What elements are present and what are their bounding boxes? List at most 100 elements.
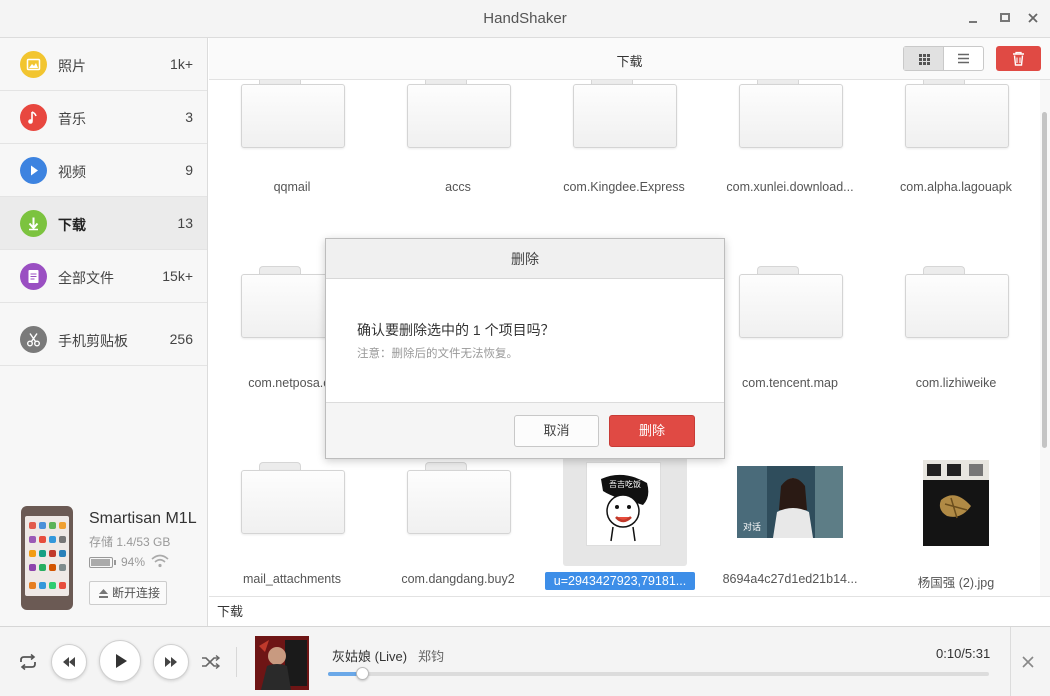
file-name: com.alpha.lagouapk: [900, 180, 1012, 194]
file-tile[interactable]: accs: [383, 80, 533, 230]
disconnect-label: 断开连接: [112, 586, 161, 600]
divider: [1010, 627, 1011, 696]
battery-icon: [89, 557, 116, 568]
file-tile[interactable]: com.xunlei.download...: [715, 80, 865, 230]
sidebar-item-count: 256: [169, 331, 193, 347]
file-name: mail_attachments: [243, 572, 341, 586]
file-name: accs: [445, 180, 471, 194]
sidebar-item-label: 全部文件: [58, 270, 114, 286]
folder-icon: [905, 80, 1009, 148]
scrollbar[interactable]: [1040, 80, 1050, 596]
eject-icon: [99, 589, 108, 598]
file-tile[interactable]: mail_attachments: [217, 462, 367, 596]
window-title: HandShaker: [483, 10, 567, 27]
close-player-icon[interactable]: [1021, 655, 1035, 669]
folder-icon: [407, 462, 511, 534]
shuffle-icon[interactable]: [201, 654, 221, 670]
list-view-button[interactable]: [944, 47, 983, 70]
folder-icon: [739, 266, 843, 338]
previous-button[interactable]: [51, 644, 87, 680]
folder-icon: [407, 80, 511, 148]
wifi-icon: [151, 554, 169, 568]
device-name: Smartisan M1L: [89, 510, 197, 527]
file-icon: [20, 263, 47, 290]
delete-button[interactable]: [996, 46, 1041, 71]
folder-icon: [905, 266, 1009, 338]
sidebar-item-clipboard[interactable]: 手机剪贴板 256: [0, 313, 207, 366]
file-name: 杨国强 (2).jpg: [917, 576, 995, 590]
file-tile[interactable]: 对话 8694a4c27d1ed21b14...: [715, 462, 865, 596]
file-tile[interactable]: com.Kingdee.Express: [549, 80, 699, 230]
sidebar-item-label: 手机剪贴板: [58, 333, 128, 349]
svg-text:对话: 对话: [743, 521, 761, 533]
photo-icon: [20, 51, 47, 78]
cancel-button[interactable]: 取消: [514, 415, 599, 447]
rewind-icon: [63, 657, 75, 667]
song-artist: 郑钧: [418, 649, 445, 664]
file-tile[interactable]: com.dangdang.buy2: [383, 462, 533, 596]
current-path: 下载: [209, 596, 1050, 626]
song-title: 灰姑娘 (Live): [332, 649, 408, 664]
file-tile[interactable]: qqmail: [217, 80, 367, 230]
folder-icon: [739, 80, 843, 148]
phone-icon: [21, 506, 73, 610]
cartoon-image-thumbnail: 吾吉吃饭: [586, 462, 661, 546]
folder-icon: [573, 80, 677, 148]
music-player: 灰姑娘 (Live) 郑钧 0:10/5:31: [0, 626, 1050, 696]
folder-icon: [241, 462, 345, 534]
progress-bar[interactable]: [328, 667, 989, 680]
sidebar: 照片 1k+ 音乐 3 视频 9 下载 13 全部文件 15k+ 手机剪贴板 2…: [0, 38, 208, 626]
scissors-icon: [20, 326, 47, 353]
file-tile-selected[interactable]: 吾吉吃饭 u=2943427923,79181...: [545, 456, 699, 596]
progress-knob[interactable]: [356, 667, 369, 680]
folder-icon: [241, 80, 345, 148]
next-button[interactable]: [153, 644, 189, 680]
file-name: qqmail: [273, 180, 311, 194]
minimize-button[interactable]: [966, 11, 980, 25]
dialog-title: 删除: [326, 239, 724, 279]
main-header: 下载: [209, 38, 1050, 80]
sidebar-item-count: 3: [185, 109, 193, 125]
divider: [236, 647, 237, 677]
title-bar: HandShaker: [0, 0, 1050, 38]
fast-forward-icon: [165, 657, 177, 667]
file-name: com.lizhiweike: [915, 376, 997, 390]
close-window-button[interactable]: [1026, 11, 1040, 25]
repeat-icon[interactable]: [17, 653, 39, 671]
sidebar-item-music[interactable]: 音乐 3: [0, 91, 207, 144]
grid-view-button[interactable]: [904, 47, 944, 70]
file-name: com.Kingdee.Express: [563, 180, 685, 194]
sidebar-item-all-files[interactable]: 全部文件 15k+: [0, 250, 207, 303]
maximize-button[interactable]: [998, 11, 1012, 25]
play-button[interactable]: [99, 640, 141, 682]
dialog-footer: 取消 删除: [326, 402, 724, 458]
confirm-delete-button[interactable]: 删除: [609, 415, 695, 447]
sidebar-item-count: 9: [185, 162, 193, 178]
file-tile[interactable]: com.tencent.map: [715, 266, 865, 416]
battery-percent: 94%: [121, 555, 146, 569]
scrollbar-thumb[interactable]: [1042, 112, 1047, 448]
download-icon: [20, 210, 47, 237]
file-tile[interactable]: com.lizhiweike: [881, 266, 1031, 416]
list-icon: [958, 53, 969, 64]
playback-time: 0:10/5:31: [936, 646, 991, 661]
grid-icon: [919, 54, 930, 65]
file-tile[interactable]: 杨国强 (2).jpg: [881, 460, 1031, 596]
sidebar-item-count: 1k+: [170, 56, 193, 72]
sidebar-item-count: 13: [177, 215, 193, 231]
minimize-icon: [969, 21, 977, 23]
play-icon: [116, 654, 127, 668]
file-name: 8694a4c27d1ed21b14...: [722, 572, 858, 586]
delete-dialog: 删除 确认要删除选中的 1 个项目吗？ 注意：删除后的文件无法恢复。 取消 删除: [325, 238, 725, 459]
trash-icon: [1013, 51, 1024, 66]
sidebar-item-count: 15k+: [162, 268, 193, 284]
sidebar-item-label: 视频: [58, 164, 86, 180]
file-name: com.xunlei.download...: [726, 180, 854, 194]
sidebar-item-video[interactable]: 视频 9: [0, 144, 207, 197]
disconnect-button[interactable]: 断开连接: [89, 581, 167, 605]
sidebar-item-photos[interactable]: 照片 1k+: [0, 38, 207, 91]
file-tile[interactable]: com.alpha.lagouapk: [881, 80, 1031, 230]
poster-thumbnail: [923, 460, 989, 546]
sidebar-item-download[interactable]: 下载 13: [0, 197, 207, 250]
view-toggle: [903, 46, 984, 71]
